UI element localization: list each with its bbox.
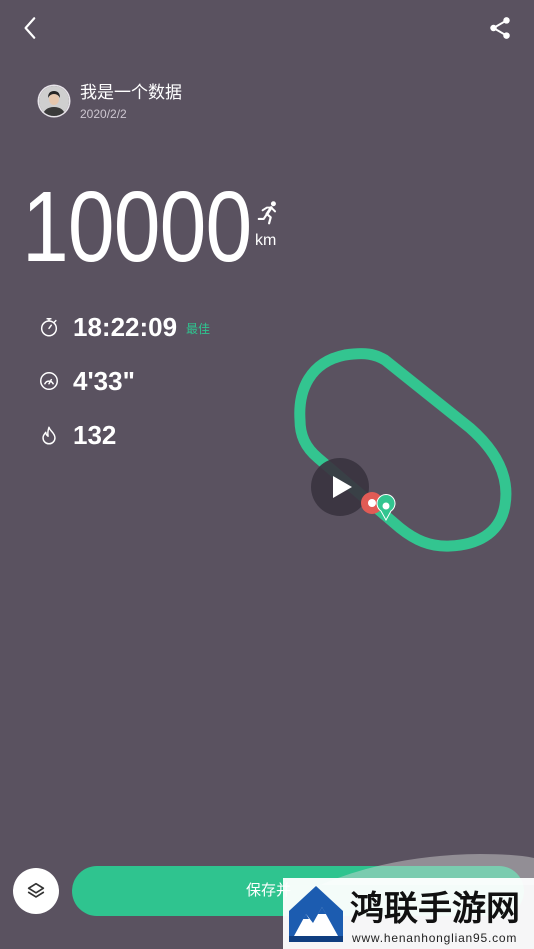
- pace-value: 4'33": [73, 366, 135, 396]
- watermark-name: 鸿联手游网: [350, 890, 520, 928]
- flame-icon: [38, 425, 60, 447]
- run-summary-screen: 我是一个数据 2020/2/2 10000 km 18:22:09 最佳 4'3: [0, 0, 534, 949]
- avatar-photo: [39, 86, 69, 116]
- running-person-icon: [255, 199, 281, 227]
- chevron-left-icon: [24, 17, 36, 39]
- route-track: [294, 348, 512, 552]
- calories-value: 132: [73, 420, 117, 450]
- activity-date: 2020/2/2: [80, 107, 127, 121]
- user-name: 我是一个数据: [80, 83, 182, 102]
- share-icon: [490, 17, 510, 39]
- share-button[interactable]: [487, 15, 513, 41]
- back-button[interactable]: [18, 15, 44, 41]
- play-button[interactable]: [311, 458, 369, 516]
- distance-unit: km: [255, 232, 277, 249]
- avatar: [39, 86, 69, 116]
- best-badge: 最佳: [186, 322, 211, 336]
- distance-value: 10000: [22, 171, 252, 283]
- watermark: 鸿联手游网 www.henanhonglian95.com: [283, 878, 534, 949]
- stopwatch-icon: [38, 316, 60, 338]
- layers-button[interactable]: [13, 868, 59, 914]
- duration-value: 18:22:09: [73, 312, 178, 342]
- watermark-logo: [289, 886, 343, 942]
- layers-icon: [27, 882, 45, 898]
- route-map[interactable]: [280, 330, 534, 570]
- speedometer-icon: [38, 370, 60, 392]
- watermark-url: www.henanhonglian95.com: [352, 931, 518, 945]
